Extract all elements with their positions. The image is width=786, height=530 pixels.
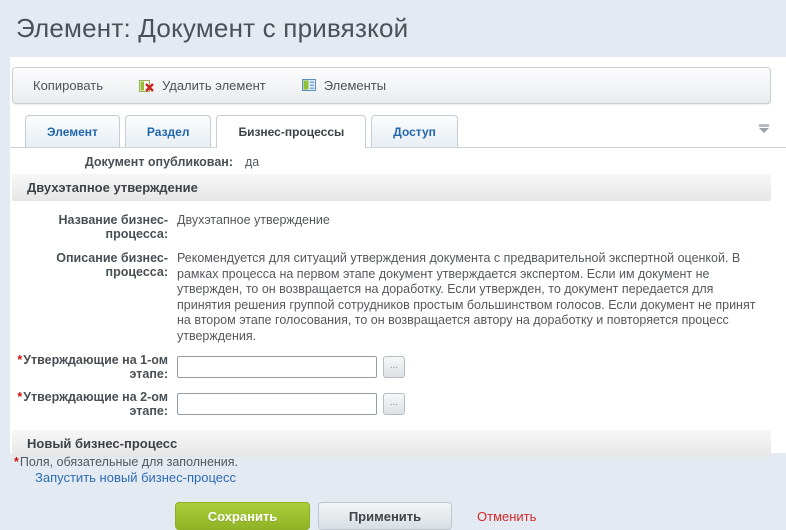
start-new-bizproc-link[interactable]: Запустить новый бизнес-процесс xyxy=(35,470,236,485)
page-title: Элемент: Документ с привязкой xyxy=(16,13,409,43)
tab-bar: Элемент Раздел Бизнес-процессы Доступ xyxy=(10,115,786,148)
tab-section[interactable]: Раздел xyxy=(124,115,212,147)
section-header-new-bizproc: Новый бизнес-процесс xyxy=(12,430,771,457)
approvers-stage2-label: *Утверждающие на 2-ом этапе: xyxy=(17,390,168,418)
tab-business-processes-label: Бизнес-процессы xyxy=(238,124,345,139)
bp-description-value: Рекомендуется для ситуаций утверждения д… xyxy=(177,251,756,343)
bp-description-label: Описание бизнес-процесса: xyxy=(56,251,168,279)
bp-name-value: Двухэтапное утверждение xyxy=(177,213,330,227)
field-row-published: Документ опубликован: да xyxy=(10,155,786,169)
required-mark: * xyxy=(17,390,23,404)
form-area: Документ опубликован: да Двухэтапное утв… xyxy=(10,155,786,530)
published-label: Документ опубликован: xyxy=(84,155,233,169)
required-mark: * xyxy=(17,353,23,367)
apply-button[interactable]: Применить xyxy=(318,502,452,530)
content-panel: Копировать Удалить элемент Элементы Элем… xyxy=(10,57,786,530)
cancel-button[interactable]: Отменить xyxy=(471,508,542,525)
tab-section-label: Раздел xyxy=(146,124,190,139)
elements-button[interactable]: Элементы xyxy=(301,78,387,93)
approvers-stage1-label: *Утверждающие на 1-ом этапе: xyxy=(17,353,168,381)
elements-button-label: Элементы xyxy=(323,78,387,93)
required-fields-note: *Поля, обязательные для заполнения. xyxy=(14,455,239,469)
toolbar: Копировать Удалить элемент Элементы xyxy=(12,67,771,104)
copy-button[interactable]: Копировать xyxy=(33,78,103,93)
delete-element-icon xyxy=(139,79,155,93)
field-row-approvers-stage1: *Утверждающие на 1-ом этапе: ... xyxy=(10,353,786,381)
field-row-approvers-stage2: *Утверждающие на 2-ом этапе: ... xyxy=(10,390,786,418)
approvers-stage1-browse-button[interactable]: ... xyxy=(383,356,405,378)
elements-list-icon xyxy=(301,79,317,92)
field-row-bp-name: Название бизнес-процесса: Двухэтапное ут… xyxy=(10,213,786,241)
approvers-stage2-input[interactable] xyxy=(177,393,377,415)
field-row-bp-description: Описание бизнес-процесса: Рекомендуется … xyxy=(10,251,786,344)
section-header-two-stage: Двухэтапное утверждение xyxy=(12,174,771,201)
tab-element-label: Элемент xyxy=(47,124,98,139)
approvers-stage1-input[interactable] xyxy=(177,356,377,378)
save-button[interactable]: Сохранить xyxy=(175,502,310,530)
required-mark: * xyxy=(14,455,19,469)
delete-element-label: Удалить элемент xyxy=(162,78,266,93)
tab-access[interactable]: Доступ xyxy=(371,115,458,147)
tab-access-label: Доступ xyxy=(393,124,436,139)
form-actions: Сохранить Применить Отменить xyxy=(10,502,786,530)
chevron-down-icon[interactable] xyxy=(758,124,770,134)
copy-button-label: Копировать xyxy=(33,78,103,93)
tab-element[interactable]: Элемент xyxy=(25,115,120,147)
tab-business-processes[interactable]: Бизнес-процессы xyxy=(216,115,367,148)
bp-name-label: Название бизнес-процесса: xyxy=(58,213,168,241)
delete-element-button[interactable]: Удалить элемент xyxy=(139,78,266,93)
published-value: да xyxy=(245,155,260,169)
approvers-stage2-browse-button[interactable]: ... xyxy=(383,393,405,415)
